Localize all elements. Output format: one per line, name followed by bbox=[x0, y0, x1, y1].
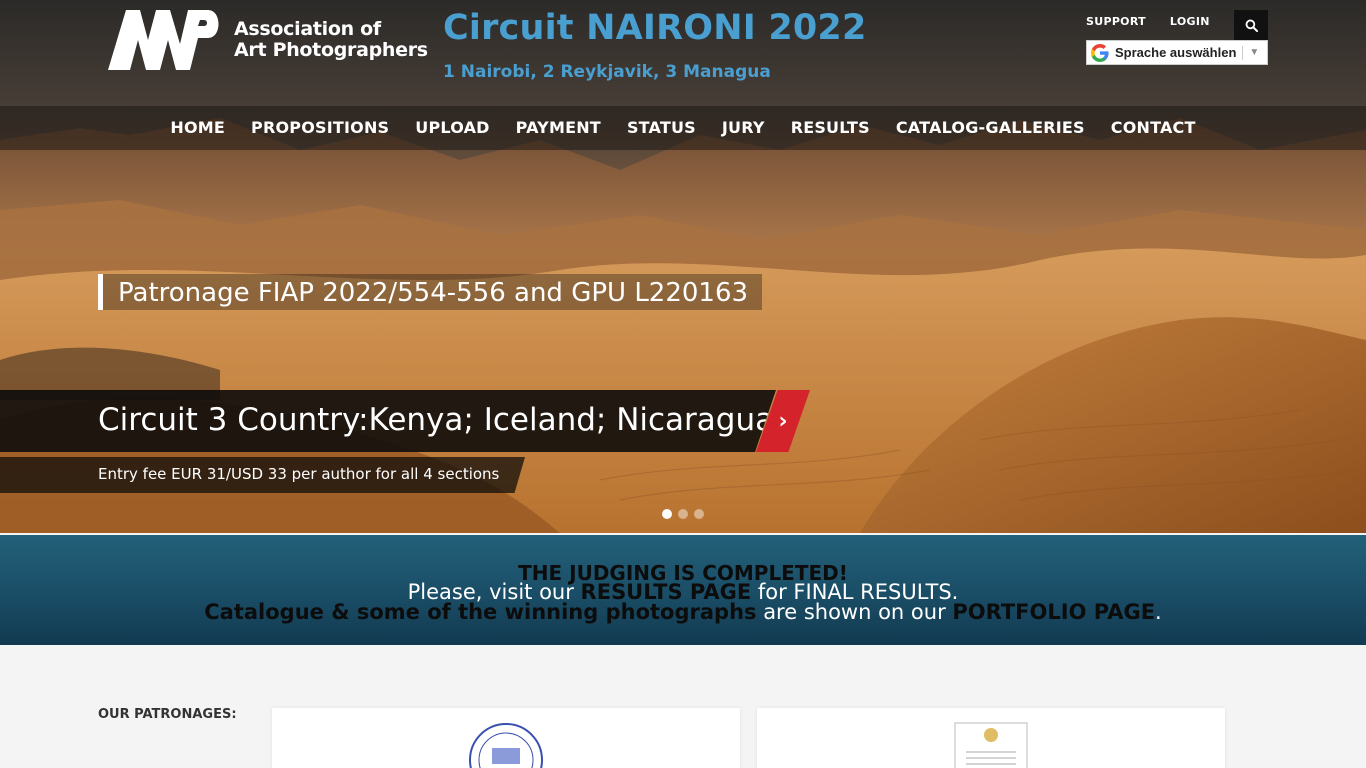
nav-item-catalog-galleries[interactable]: CATALOG-GALLERIES bbox=[896, 118, 1085, 137]
nav-item-contact[interactable]: CONTACT bbox=[1111, 118, 1196, 137]
nav-item-jury[interactable]: JURY bbox=[722, 118, 765, 137]
site-title[interactable]: Circuit NAIRONI 2022 bbox=[443, 8, 867, 48]
logo-text-line1: Association of bbox=[234, 18, 381, 40]
search-button[interactable] bbox=[1234, 10, 1268, 40]
slide-sub-caption-text: Entry fee EUR 31/USD 33 per author for a… bbox=[98, 465, 500, 483]
fiap-seal-icon bbox=[469, 723, 543, 768]
nav-item-home[interactable]: HOME bbox=[170, 118, 225, 137]
language-select-label: Sprache auswählen bbox=[1115, 45, 1237, 60]
portfolio-page-link[interactable]: PORTFOLIO PAGE bbox=[952, 600, 1155, 624]
slide-main-caption-text: Circuit 3 Country:Kenya; Iceland; Nicara… bbox=[98, 402, 775, 438]
divider bbox=[1242, 45, 1244, 60]
logo-text-line2: Art Photographers bbox=[234, 39, 428, 61]
support-link[interactable]: SUPPORT bbox=[1086, 15, 1146, 28]
chevron-right-icon: › bbox=[778, 408, 788, 434]
slider-dot-2[interactable] bbox=[678, 509, 688, 519]
top-links: SUPPORT LOGIN bbox=[1086, 15, 1210, 28]
search-icon bbox=[1245, 19, 1258, 32]
slide-main-caption: Circuit 3 Country:Kenya; Iceland; Nicara… bbox=[0, 390, 776, 452]
slider-dot-3[interactable] bbox=[694, 509, 704, 519]
banner-line3-end: . bbox=[1155, 600, 1162, 624]
announcement-banner: THE JUDGING IS COMPLETED! Please, visit … bbox=[0, 535, 1366, 645]
slide-sub-caption: Entry fee EUR 31/USD 33 per author for a… bbox=[0, 457, 525, 493]
nav-item-upload[interactable]: UPLOAD bbox=[415, 118, 489, 137]
dropdown-arrow-icon: ▼ bbox=[1249, 47, 1260, 58]
patronages-label: OUR PATRONAGES: bbox=[98, 707, 237, 722]
site-subtitle: 1 Nairobi, 2 Reykjavik, 3 Managua bbox=[443, 62, 771, 82]
nav-item-propositions[interactable]: PROPOSITIONS bbox=[251, 118, 389, 137]
language-select[interactable]: Sprache auswählen ▼ bbox=[1086, 40, 1268, 65]
google-icon bbox=[1091, 43, 1109, 62]
gpu-certificate-icon bbox=[954, 722, 1028, 768]
slide-patronage-caption: Patronage FIAP 2022/554-556 and GPU L220… bbox=[98, 274, 763, 310]
main-navigation: HOME PROPOSITIONS UPLOAD PAYMENT STATUS … bbox=[0, 106, 1366, 150]
banner-line3-middle: are shown on our bbox=[756, 600, 953, 624]
logo-text: Association of Art Photographers bbox=[234, 19, 428, 61]
patronages-section: OUR PATRONAGES: bbox=[0, 645, 1366, 768]
catalogue-link[interactable]: Catalogue & some of the winning photogra… bbox=[204, 600, 756, 624]
patronage-card-fiap[interactable] bbox=[272, 708, 740, 768]
site-logo[interactable]: Association of Art Photographers bbox=[108, 10, 428, 70]
slider-dot-1[interactable] bbox=[662, 509, 672, 519]
nav-item-results[interactable]: RESULTS bbox=[791, 118, 870, 137]
site-header: Association of Art Photographers Circuit… bbox=[0, 0, 1366, 150]
aap-logo-icon bbox=[108, 10, 219, 70]
nav-item-status[interactable]: STATUS bbox=[627, 118, 696, 137]
nav-item-payment[interactable]: PAYMENT bbox=[516, 118, 601, 137]
slider-dots bbox=[662, 509, 704, 519]
banner-line3: Catalogue & some of the winning photogra… bbox=[0, 600, 1366, 624]
login-link[interactable]: LOGIN bbox=[1170, 15, 1210, 28]
patronage-card-gpu[interactable] bbox=[757, 708, 1225, 768]
